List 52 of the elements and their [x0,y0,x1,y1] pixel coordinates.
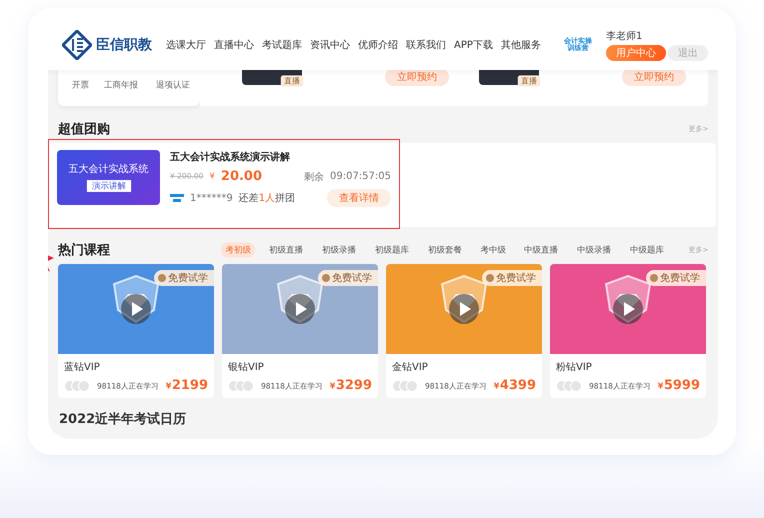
section-title: 超值团购 [58,121,110,138]
logo-icon [62,30,92,60]
service-link[interactable]: 退项认证 [156,79,190,91]
logo-text[interactable]: 臣信职教 [96,36,152,54]
section-title: 2022近半年考试日历 [58,411,188,429]
course-name: 蓝钻VIP [64,360,101,374]
course-price: ¥4399 [492,378,536,393]
nav-link[interactable]: 优师介绍 [358,38,398,52]
course-name: 银钻VIP [228,361,265,374]
course-name: 金钻VIP [392,361,429,374]
nav-link[interactable]: 选课大厅 [166,38,206,52]
course-price: ¥3299 [328,378,372,393]
play-icon[interactable] [613,294,643,324]
group-need-text: 还差1人拼团 [238,192,296,205]
category-tab[interactable]: 中级录播 [572,242,615,258]
play-icon[interactable] [449,294,479,324]
play-icon[interactable] [285,294,315,324]
category-tab[interactable]: 中级题库 [625,242,668,258]
remaining-label: 剩余 [304,170,324,184]
nav-link[interactable]: 直播中心 [214,38,254,52]
countdown: 09:07:57:05 [330,171,391,182]
live-tag: 直播 [518,75,540,87]
free-trial-badge[interactable]: 免费试学 [646,270,706,286]
service-link[interactable]: 开票 [72,79,89,91]
category-tab[interactable]: 初级录播 [317,242,360,258]
nav-link[interactable]: 其他服务 [500,38,541,52]
category-tab[interactable]: 中级直播 [519,242,562,258]
category-tab[interactable]: 初级套餐 [423,242,466,258]
banner-subtitle: 演示讲解 [86,180,131,192]
user-name: 李老师1 [606,30,644,43]
section-title: 热门课程 [58,242,110,259]
course-price: ¥5999 [656,378,700,393]
nav-link[interactable]: 考试题库 [262,38,302,52]
course-name: 粉钻VIP [556,361,593,374]
nav-link[interactable]: APP下载 [454,38,493,52]
deal-price: 20.00 [220,169,262,184]
nav-link[interactable]: 联系我们 [406,38,446,52]
category-tab[interactable]: 初级题库 [370,242,413,258]
free-trial-badge[interactable]: 免费试学 [318,270,378,286]
free-trial-badge[interactable]: 免费试学 [154,270,214,286]
category-tab[interactable]: 考中级 [476,242,510,258]
buyer-id: 1******9 [190,192,233,204]
course-price: ¥2199 [164,378,208,393]
play-icon[interactable] [121,294,151,324]
service-link[interactable]: 工商年报 [104,79,138,91]
deal-title: 五大会计实战系统演示讲解 [170,150,291,164]
currency-sign: ¥ [209,172,214,181]
category-tab[interactable]: 初级直播 [264,242,307,258]
nav-link[interactable]: 资讯中心 [310,38,350,52]
free-trial-badge[interactable]: 免费试学 [482,270,542,286]
banner-title: 五大会计实战系统 [68,162,148,176]
live-tag: 直播 [280,75,304,87]
